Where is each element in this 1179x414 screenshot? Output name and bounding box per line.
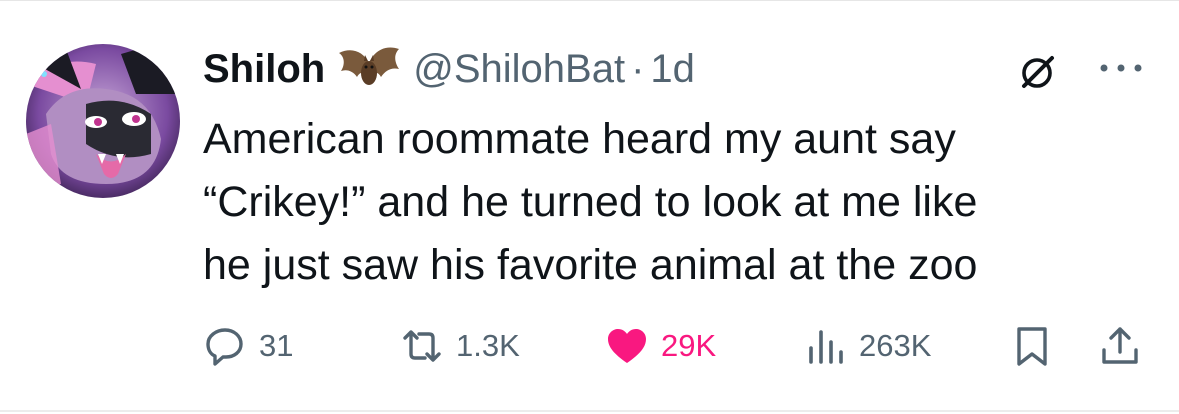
avatar[interactable] <box>26 44 180 198</box>
analytics-icon <box>809 330 843 364</box>
tweet-text-line: American roommate heard my aunt say <box>203 115 956 163</box>
top-divider <box>0 0 1179 1</box>
more-options-icon[interactable] <box>1090 52 1154 84</box>
tweet-header: Shiloh @ShilohBat · 1d <box>203 40 695 98</box>
display-name[interactable]: Shiloh <box>203 47 325 92</box>
timestamp[interactable]: 1d <box>650 47 695 92</box>
views-button[interactable]: 263K <box>803 318 931 374</box>
tweet-text-line: he just saw his favorite animal at the z… <box>203 241 978 289</box>
repost-button[interactable]: 1.3K <box>400 318 520 374</box>
bottom-divider <box>0 410 1179 412</box>
heart-icon <box>608 329 646 363</box>
view-count: 263K <box>859 328 932 363</box>
bat-emoji-icon <box>339 47 400 85</box>
share-icon <box>1102 327 1138 364</box>
tweet-text-line: “Crikey!” and he turned to look at me li… <box>203 178 978 226</box>
grok-icon[interactable] <box>1018 52 1058 92</box>
repost-icon <box>403 330 441 362</box>
tweet-text: American roommate heard my aunt say “Cri… <box>203 108 1163 297</box>
like-count: 29K <box>661 328 717 363</box>
bookmark-button[interactable] <box>1010 318 1054 374</box>
reply-button[interactable]: 31 <box>203 318 293 374</box>
reply-icon <box>206 328 243 366</box>
reply-count: 31 <box>259 328 294 363</box>
repost-count: 1.3K <box>456 328 520 363</box>
separator-dot: · <box>631 46 645 91</box>
avatar-image <box>26 44 180 198</box>
bookmark-icon <box>1017 327 1047 366</box>
author-handle[interactable]: @ShilohBat <box>413 47 625 92</box>
share-button[interactable] <box>1098 318 1142 374</box>
action-bar: 31 1.3K 29K 263K <box>0 318 1179 374</box>
like-button[interactable]: 29K <box>605 318 716 374</box>
